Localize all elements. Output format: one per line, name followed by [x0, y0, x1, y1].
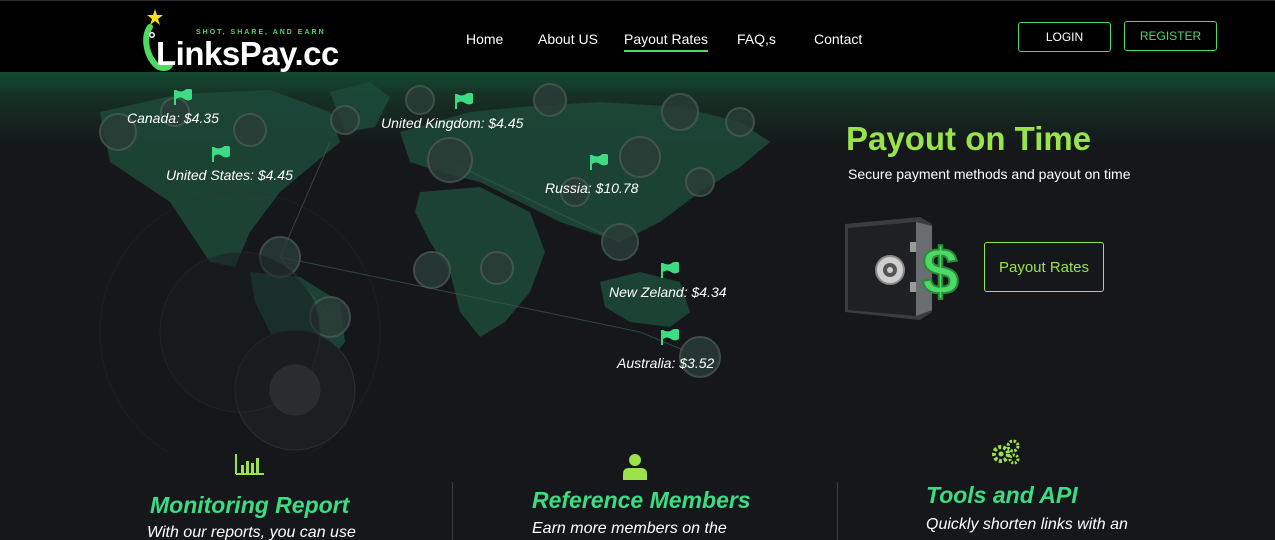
hero-section: Canada: $4.35 United Kingdom: $4.45 Unit… [0, 72, 1275, 452]
user-icon [623, 454, 647, 480]
feature-text-monitoring: With our reports, you can use [147, 524, 356, 540]
country-rate-russia: Russia: $10.78 [545, 180, 639, 196]
site-header: SHOT, SHARE, AND EARN LinksPay.cc Home A… [0, 0, 1275, 72]
hero-title: Payout on Time [846, 120, 1092, 157]
nav-about-us[interactable]: About US [538, 31, 598, 47]
feature-text-tools: Quickly shorten links with an [926, 516, 1128, 533]
nav-faqs[interactable]: FAQ,s [737, 31, 776, 47]
register-button[interactable]: REGISTER [1124, 21, 1217, 51]
feature-title-monitoring: Monitoring Report [150, 492, 350, 518]
safe-dollar-icon: $ [845, 217, 960, 320]
payout-rates-button[interactable]: Payout Rates [984, 242, 1104, 292]
feature-text-reference: Earn more members on the [532, 520, 727, 537]
flag-icon [212, 146, 230, 162]
feature-divider [452, 482, 453, 540]
nav-payout-rates[interactable]: Payout Rates [624, 31, 709, 52]
feature-title-tools: Tools and API [926, 482, 1078, 508]
feature-title-reference: Reference Members [532, 487, 751, 513]
logo-text: LinksPay.cc [156, 35, 339, 72]
flag-icon [661, 262, 679, 278]
country-rate-australia: Australia: $3.52 [617, 355, 715, 371]
nav-home[interactable]: Home [466, 31, 503, 47]
flag-icon [661, 329, 679, 345]
bar-chart-icon [235, 454, 264, 475]
country-rate-us: United States: $4.45 [166, 167, 293, 183]
country-rate-uk: United Kingdom: $4.45 [381, 115, 524, 131]
flag-icon [174, 89, 192, 105]
country-rate-canada: Canada: $4.35 [127, 110, 219, 126]
flag-icon [455, 93, 473, 109]
site-logo[interactable]: SHOT, SHARE, AND EARN LinksPay.cc [138, 7, 358, 73]
nav-contact[interactable]: Contact [814, 31, 862, 47]
country-rate-new-zealand: New Zeland: $4.34 [609, 284, 727, 300]
hero-subtitle: Secure payment methods and payout on tim… [848, 166, 1131, 182]
gears-icon [992, 439, 1020, 465]
flag-icon [590, 154, 608, 170]
login-button[interactable]: LOGIN [1018, 22, 1111, 52]
svg-text:$: $ [922, 234, 959, 308]
feature-divider [837, 482, 838, 540]
